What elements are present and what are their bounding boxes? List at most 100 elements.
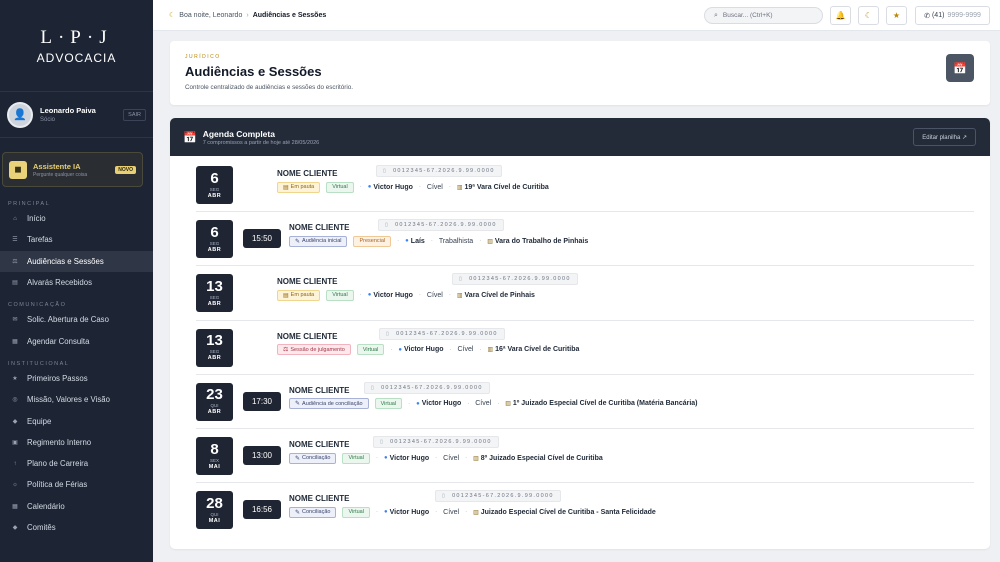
client-name[interactable]: NOME CLIENTE (289, 494, 349, 503)
calendar-icon: ▦ (12, 503, 18, 510)
sidebar-item[interactable]: ◆ Comitês (0, 517, 153, 538)
client-name[interactable]: NOME CLIENTE (289, 223, 349, 232)
table-row[interactable]: 8 SEX MAI 13:00 NOME CLIENTE ▯ 0012345-67.2026… (196, 429, 974, 484)
separator: · (397, 238, 400, 245)
sidebar-item[interactable]: ☰ Tarefas (0, 229, 153, 250)
logo[interactable]: L·P·J ADVOCACIA (0, 0, 153, 92)
event-type-badge: ✎ Conciliação (289, 452, 337, 464)
courthouse-icon: ▥ (487, 238, 493, 245)
sidebar-item-label: Tarefas (27, 235, 53, 245)
agenda-header: 📅 Agenda Completa 7 compromissos a parti… (170, 118, 990, 156)
edit-spreadsheet-button[interactable]: Editar planilha ↗ (913, 128, 976, 146)
sidebar-item[interactable]: ▣ Regimento Interno (0, 432, 153, 453)
practice-area: Cível (426, 183, 443, 191)
calendar-icon: 📅 (183, 131, 197, 144)
process-number[interactable]: ▯ 0012345-67.2026.9.99.0000 (452, 273, 578, 286)
logo-text: ADVOCACIA (36, 50, 117, 65)
person-icon: ● (416, 400, 420, 407)
table-row[interactable]: 6 SEG ABR NOME CLIENTE ▯ 0012345-67.2026.9.99… (196, 158, 974, 213)
tasks-icon: ☰ (12, 237, 18, 244)
process-number-text: 0012345-67.2026.9.99.0000 (396, 330, 498, 337)
new-badge: NOVO (115, 165, 136, 174)
page-title: Audiências e Sessões (185, 64, 322, 79)
practice-area: Cível (475, 400, 492, 408)
event-type-icon: ✎ (295, 238, 301, 245)
process-number[interactable]: ▯ 0012345-67.2026.9.99.0000 (435, 490, 561, 503)
event-type-label: Em pauta (290, 184, 315, 190)
date-day: 13 (206, 277, 223, 295)
sidebar-item[interactable]: ↑ Plano de Carreira (0, 453, 153, 474)
court-name: 16ª Vara Cível de Curitiba (495, 346, 580, 354)
sidebar-item[interactable]: ⚖ Audiências e Sessões (0, 250, 153, 272)
date-day: 13 (206, 332, 223, 350)
notifications-button[interactable]: 🔔 (830, 6, 851, 25)
event-type-icon: ✎ (295, 401, 301, 408)
calendar-add-icon: ▦ (12, 338, 18, 345)
date-badge: 28 QUI MAI (196, 491, 233, 530)
process-number[interactable]: ▯ 0012345-67.2026.9.99.0000 (364, 381, 490, 394)
request-icon: ✉ (12, 317, 18, 324)
sidebar-item[interactable]: ✉ Solic. Abertura de Caso (0, 309, 153, 330)
sidebar-item[interactable]: ▦ Calendário (0, 496, 153, 517)
process-number[interactable]: ▯ 0012345-67.2026.9.99.0000 (378, 219, 504, 232)
sidebar-item[interactable]: ☼ Política de Férias (0, 474, 153, 495)
page-kicker: JURÍDICO (185, 54, 221, 60)
lawyer-name: Victor Hugo (421, 400, 462, 408)
table-row[interactable]: 23 QUI ABR 17:30 NOME CLIENTE ▯ 0012345-67.202… (196, 375, 974, 429)
breadcrumb: ☾ Boa noite, Leonardo › Audiências e Ses… (169, 11, 326, 20)
event-type-label: Conciliação (302, 509, 331, 516)
sidebar-item[interactable]: ▦ Agendar Consulta (0, 330, 153, 351)
calendar-icon[interactable]: 📅 (946, 54, 974, 82)
client-name[interactable]: NOME CLIENTE (289, 386, 349, 395)
client-name[interactable]: NOME CLIENTE (277, 169, 337, 178)
date-weekday: SEG (209, 240, 220, 246)
mode-badge: Virtual (326, 181, 354, 193)
client-name[interactable]: NOME CLIENTE (277, 332, 337, 341)
page-header: JURÍDICO Audiências e Sessões Controle c… (170, 41, 990, 105)
table-row[interactable]: 13 SEG ABR NOME CLIENTE ▯ 0012345-67.2026.9.9… (196, 321, 974, 375)
star-icon: ★ (12, 375, 18, 382)
separator: · (467, 400, 470, 407)
sidebar-item[interactable]: ★ Primeiros Passos (0, 368, 153, 389)
user-name: Leonardo Paiva (40, 106, 96, 115)
favorites-button[interactable]: ★ (886, 6, 907, 25)
lawyer-name: Laís (410, 237, 425, 245)
mode-badge: Virtual (342, 506, 370, 518)
sidebar-item[interactable]: ◆ Equipe (0, 410, 153, 431)
theme-toggle-button[interactable]: ☾ (858, 6, 879, 25)
page-subtitle: Controle centralizado de audiências e se… (185, 84, 354, 91)
sidebar-item[interactable]: ⌂ Início (0, 208, 153, 229)
sidebar-item[interactable]: ◎ Missão, Valores e Visão (0, 389, 153, 410)
client-name[interactable]: NOME CLIENTE (277, 277, 337, 286)
process-number[interactable]: ▯ 0012345-67.2026.9.99.0000 (379, 327, 505, 340)
sidebar-item-label: Início (27, 214, 46, 224)
table-row[interactable]: 13 SEG ABR NOME CLIENTE ▯ 0012345-67.2026.9.9… (196, 266, 974, 321)
event-details: ✎ Audiência inicial Presencial · ● Laís · Traba… (289, 235, 588, 247)
logout-button[interactable]: SAIR (123, 108, 146, 121)
process-number[interactable]: ▯ 0012345-67.2026.9.99.0000 (373, 436, 499, 448)
copy-icon: ▯ (442, 493, 447, 500)
table-row[interactable]: 6 SEG ABR 15:50 NOME CLIENTE ▯ 0012345-67.2026… (196, 212, 974, 267)
ai-assistant-button[interactable]: ◼ Assistente IA Pergunte qualquer coisa … (2, 152, 143, 187)
avatar[interactable]: 👤 (7, 101, 33, 128)
topbar: ☾ Boa noite, Leonardo › Audiências e Ses… (153, 0, 1000, 31)
date-month: ABR (207, 355, 222, 362)
event-details: ✎ Conciliação Virtual · ● Victor Hugo · Cível · ▥… (289, 452, 603, 464)
process-number[interactable]: ▯ 0012345-67.2026.9.99.0000 (376, 165, 502, 177)
sidebar-item[interactable]: ▤ Alvarás Recebidos (0, 272, 153, 293)
table-row[interactable]: 28 QUI MAI 16:56 NOME CLIENTE ▯ 0012345-67.202… (196, 483, 974, 537)
phone-button[interactable]: ✆ (41) 9999-9999 (915, 6, 990, 25)
search-input[interactable]: ⌕ Buscar... (Ctrl+K) (704, 7, 823, 24)
document-icon: ▤ (12, 280, 18, 287)
phone-code: (41) (931, 12, 945, 19)
ai-title: Assistente IA (33, 161, 81, 171)
sidebar-item-label: Comitês (27, 523, 56, 532)
client-name[interactable]: NOME CLIENTE (289, 440, 349, 449)
date-weekday: SEG (209, 349, 220, 355)
process-number-text: 0012345-67.2026.9.99.0000 (393, 168, 495, 174)
date-month: MAI (208, 517, 221, 524)
practice-area: Cível (426, 291, 443, 299)
date-badge: 13 SEG ABR (196, 274, 233, 313)
sun-icon: ☼ (12, 481, 18, 488)
courthouse-icon: ▥ (473, 509, 479, 516)
